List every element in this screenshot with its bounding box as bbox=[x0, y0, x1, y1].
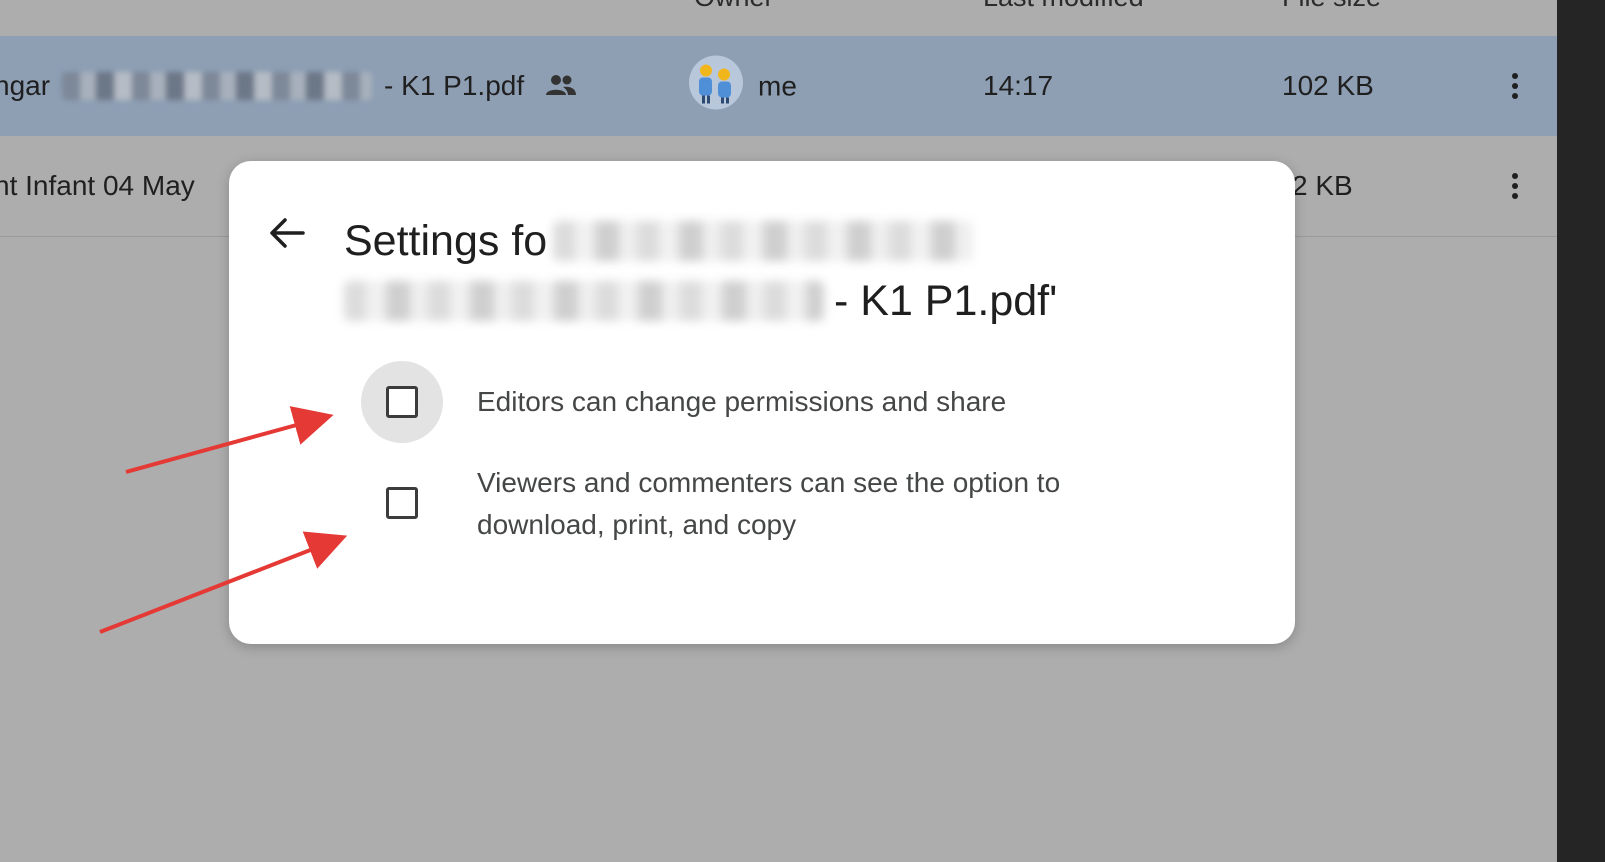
file-name: nt Infant 04 May bbox=[0, 170, 195, 201]
file-name-prefix: ngar bbox=[0, 70, 51, 101]
redacted-file-name bbox=[62, 72, 373, 100]
viewers-can-download-label: Viewers and commenters can see the optio… bbox=[477, 467, 1061, 540]
more-vertical-icon[interactable] bbox=[1501, 66, 1529, 106]
file-size-column-header[interactable]: File size bbox=[1282, 0, 1381, 13]
viewers-can-download-checkbox[interactable] bbox=[361, 462, 443, 544]
file-row-selected[interactable]: ngar - K1 P1.pdf bbox=[0, 36, 1557, 137]
editors-can-share-label: Editors can change permissions and share bbox=[477, 386, 1007, 417]
file-list-header: Owner Last modified File size bbox=[0, 0, 1557, 37]
avatar bbox=[688, 55, 744, 118]
drive-page: Owner Last modified File size ngar - K1 … bbox=[0, 0, 1605, 862]
last-modified-column-header[interactable]: Last modified bbox=[983, 0, 1144, 13]
dialog-title-suffix: - K1 P1.pdf' bbox=[834, 277, 1058, 325]
redacted-title bbox=[553, 221, 974, 261]
editors-can-share-checkbox[interactable] bbox=[361, 361, 443, 443]
last-modified-value: 14:17 bbox=[983, 70, 1054, 101]
editors-can-share-option[interactable]: Editors can change permissions and share bbox=[361, 361, 1137, 443]
file-size-value: 2 KB bbox=[1292, 170, 1353, 201]
redacted-title bbox=[344, 281, 824, 321]
viewers-can-download-option[interactable]: Viewers and commenters can see the optio… bbox=[361, 462, 1137, 546]
dialog-title-prefix: Settings fo bbox=[344, 217, 548, 265]
owner-column-header[interactable]: Owner bbox=[694, 0, 774, 13]
owner-name: me bbox=[758, 70, 797, 101]
arrow-left-icon bbox=[270, 218, 305, 248]
people-icon bbox=[544, 74, 578, 98]
dialog-title: Settings fo - K1 P1.pdf' bbox=[344, 211, 1104, 331]
checkbox-icon bbox=[386, 487, 418, 519]
file-name-suffix: - K1 P1.pdf bbox=[384, 70, 525, 101]
owner-cell: me bbox=[688, 55, 797, 118]
window-edge bbox=[1557, 0, 1605, 862]
file-name-cell: ngar - K1 P1.pdf bbox=[0, 70, 578, 102]
share-settings-dialog: Settings fo - K1 P1.pdf' Editors can cha… bbox=[229, 161, 1295, 644]
back-button[interactable] bbox=[265, 211, 309, 255]
more-vertical-icon[interactable] bbox=[1501, 166, 1529, 206]
file-size-value: 102 KB bbox=[1282, 70, 1374, 101]
checkbox-icon bbox=[386, 386, 418, 418]
